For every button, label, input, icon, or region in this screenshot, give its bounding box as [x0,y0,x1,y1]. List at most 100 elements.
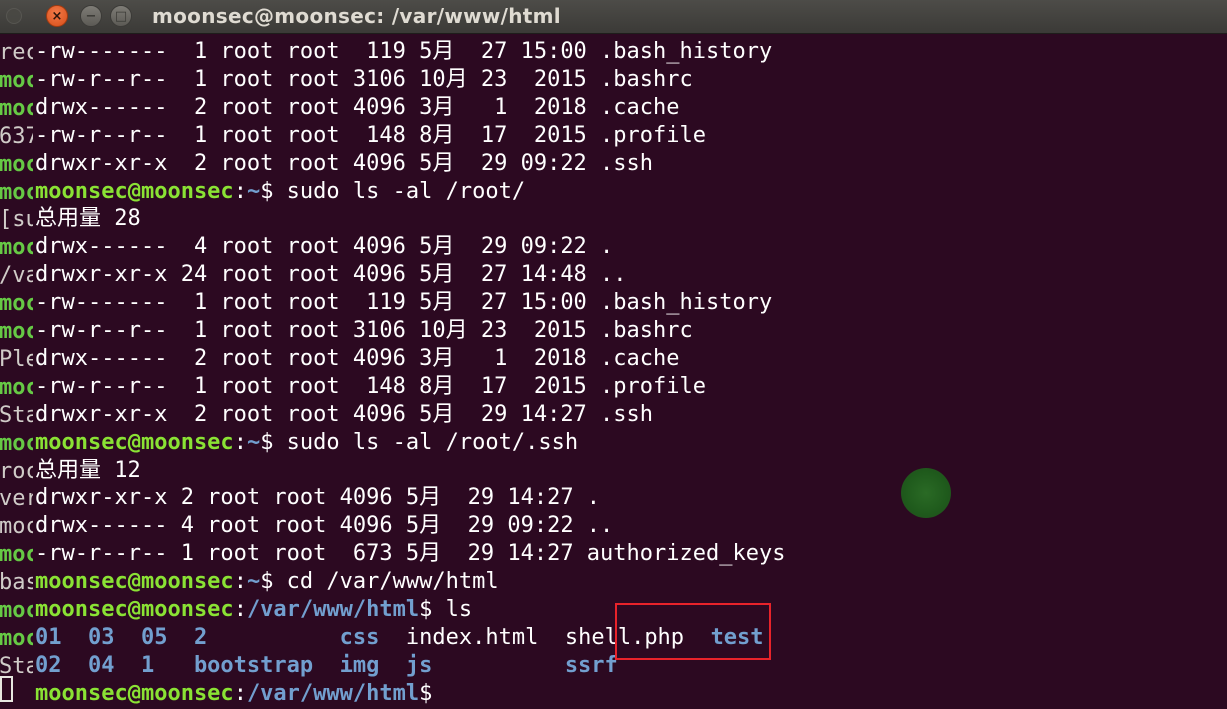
clipped-terminal-text: moc [0,151,33,179]
clipped-text-fragment: moc [0,431,33,456]
prompt-user-host: moonsec@moonsec [35,179,234,204]
clipped-text-fragment: moc [0,291,33,316]
terminal-text: -rw-r--r-- 1 root root 148 8月 17 2015 .p… [35,374,707,399]
terminal-line: 总用量 12 [35,458,141,486]
clipped-terminal-text: moc [0,318,33,346]
terminal-line: drwx------ 2 root root 4096 3月 1 2018 .c… [35,346,680,374]
clipped-terminal-text: Ple [0,346,33,374]
highlight-box [615,603,771,660]
terminal-text: drwxr-xr-x 2 root root 4096 5月 29 14:27 … [35,402,654,427]
clipped-text-fragment: Sta [0,403,33,428]
terminal-text: -rw-r--r-- 1 root root 3106 10月 23 2015 … [35,67,693,92]
clipped-terminal-text: moc [0,541,33,569]
terminal-text: -rw-r--r-- 1 root root 673 5月 29 14:27 a… [35,541,786,566]
terminal-line: -rw------- 1 root root 119 5月 27 15:00 .… [35,39,772,67]
terminal-line: drwx------ 4 root root 4096 5月 29 09:22 … [35,234,613,262]
clipped-text-fragment: rec [0,40,33,65]
clipped-text-fragment: moc [0,542,33,567]
terminal-line: moonsec@moonsec:/var/www/html$ [35,681,432,709]
clipped-terminal-text: ver [0,485,33,513]
terminal-text: 01 03 05 2 [35,625,208,650]
clipped-text-fragment: moc [0,180,33,205]
terminal-line: -rw-r--r-- 1 root root 3106 10月 23 2015 … [35,67,693,95]
clipped-terminal-text: moc [0,179,33,207]
terminal-text: -rw-r--r-- 1 root root 148 8月 17 2015 .p… [35,123,707,148]
terminal-text: css [339,625,380,650]
clipped-terminal-text: moc [0,625,33,653]
prompt-user-host: moonsec@moonsec [35,569,234,594]
clipped-text-fragment: moc [0,514,33,539]
terminal-text: drwx------ 2 root root 4096 3月 1 2018 .c… [35,346,680,371]
terminal-line: drwxr-xr-x 2 root root 4096 5月 29 09:22 … [35,151,653,179]
close-icon: × [51,8,63,24]
terminal-text: : [233,681,247,706]
clipped-terminal-text: moc [0,234,33,262]
prompt-user-host: moonsec@moonsec [35,430,234,455]
terminal-line: moonsec@moonsec:/var/www/html$ ls [35,597,472,625]
clipped-text-fragment: bas [0,570,33,595]
maximize-icon: □ [114,8,128,24]
terminal-text: drwxr-xr-x 2 root root 4096 5月 29 09:22 … [35,151,654,176]
terminal-line: moonsec@moonsec:~$ sudo ls -al /root/ [35,179,525,207]
terminal-line: -rw-r--r-- 1 root root 3106 10月 23 2015 … [35,318,693,346]
clipped-text-fragment: 637 [0,124,33,149]
terminal-text: : [233,569,247,594]
prompt-user-host: moonsec@moonsec [35,681,234,706]
terminal-line: -rw-r--r-- 1 root root 148 8月 17 2015 .p… [35,123,706,151]
clipped-text-fragment: ver [0,486,33,511]
terminal-line: -rw-r--r-- 1 root root 148 8月 17 2015 .p… [35,374,706,402]
terminal-text: $ sudo ls -al /root/ [260,179,526,204]
clipped-text-fragment: moc [0,626,33,651]
clipped-terminal-text: moc [0,597,33,625]
clipped-text-fragment: moc [0,375,33,400]
terminal-line: drwx------ 2 root root 4096 3月 1 2018 .c… [35,95,680,123]
terminal-line: moonsec@moonsec:~$ cd /var/www/html [35,569,499,597]
clipped-terminal-text: bas [0,569,33,597]
clipped-terminal-text: /va [0,262,33,290]
title-bar: × − □ moonsec@moonsec: /var/www/html [0,0,1227,34]
clipped-text-fragment: moc [0,598,33,623]
terminal-line: -rw-r--r-- 1 root root 673 5月 29 14:27 a… [35,541,785,569]
terminal-text: drwx------ 2 root root 4096 3月 1 2018 .c… [35,95,680,120]
terminal-line: -rw------- 1 root root 119 5月 27 15:00 .… [35,290,772,318]
maximize-button[interactable]: □ [110,5,132,27]
terminal-text: -rw------- 1 root root 119 5月 27 15:00 .… [35,290,773,315]
terminal-text: drwx------ 4 root root 4096 5月 29 09:22 … [35,513,614,538]
clipped-terminal-text: roc [0,458,33,486]
clipped-terminal-text: [su [0,206,33,234]
terminal-text: : [233,597,247,622]
terminal-text: 02 04 1 bootstrap img js [35,653,433,678]
terminal-text: : [233,430,247,455]
terminal-text: 总用量 28 [35,206,141,231]
clipped-text-fragment: roc [0,459,33,484]
terminal-text: -rw------- 1 root root 119 5月 27 15:00 .… [35,39,773,64]
clipped-text-fragment: moc [0,235,33,260]
clipped-terminal-text: moc [0,374,33,402]
clipped-terminal-text: Sta [0,402,33,430]
clipped-text-fragment: moc [0,96,33,121]
terminal-text: ssrf [564,653,618,678]
terminal-text: drwxr-xr-x 24 root root 4096 5月 27 14:48… [35,262,627,287]
minimize-icon: − [85,8,97,24]
terminal-cursor [0,676,13,702]
prompt-path: ~ [246,179,261,204]
clipped-terminal-text: rec [0,39,33,67]
terminal-line: drwx------ 4 root root 4096 5月 29 09:22 … [35,513,613,541]
clipped-text-fragment: moc [0,319,33,344]
clipped-terminal-text: moc [0,67,33,95]
terminal-text: -rw-r--r-- 1 root root 3106 10月 23 2015 … [35,318,693,343]
terminal-text: 总用量 12 [35,458,141,483]
minimize-button[interactable]: − [80,5,102,27]
background-window-button-icon [6,8,22,24]
clipped-text-fragment: moc [0,68,33,93]
clipped-text-fragment: Ple [0,347,33,372]
close-button[interactable]: × [46,5,68,27]
terminal-line: drwxr-xr-x 24 root root 4096 5月 27 14:48… [35,262,627,290]
terminal-text: $ sudo ls -al /root/.ssh [260,430,579,455]
prompt-path: ~ [246,569,261,594]
clipped-text-fragment: /va [0,263,33,288]
clipped-terminal-text: 637 [0,123,33,151]
prompt-user-host: moonsec@moonsec [35,597,234,622]
terminal-text: $ [419,681,433,706]
